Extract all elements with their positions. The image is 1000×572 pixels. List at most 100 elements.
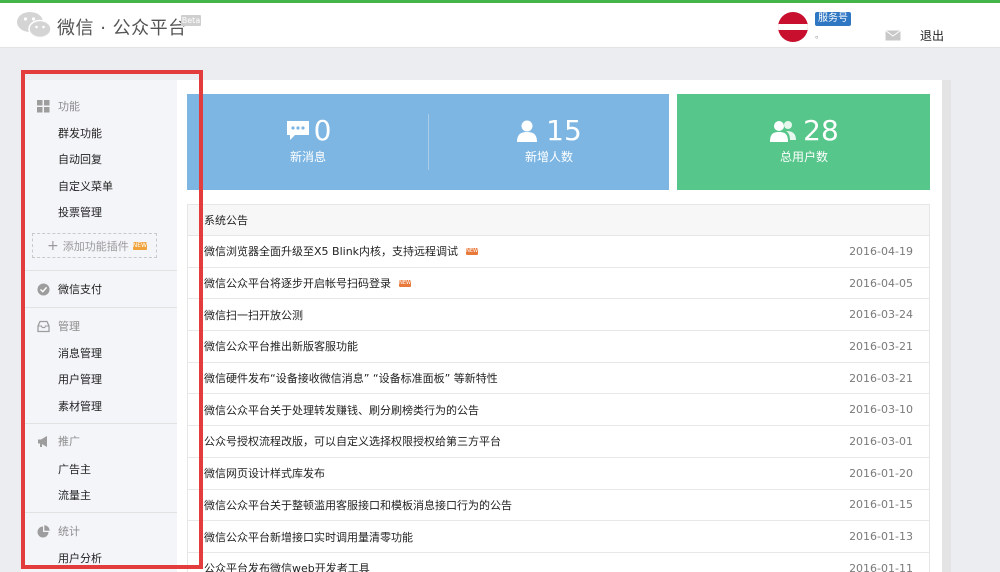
divider (428, 114, 429, 170)
sidebar-item-custom-menu[interactable]: 自定义菜单 (58, 178, 113, 194)
notice-row[interactable]: 微信扫一扫开放公测 2016-03-24 (188, 299, 929, 332)
notice-date: 2016-01-15 (849, 498, 913, 512)
mail-icon[interactable] (885, 30, 901, 41)
account-name[interactable]: 。 (815, 28, 824, 41)
sidebar-section-label: 统计 (58, 525, 80, 538)
notice-date: 2016-03-21 (849, 371, 913, 385)
notice-title[interactable]: 微信公众平台新增接口实时调用量清零功能 (204, 529, 413, 545)
sidebar-item-publisher[interactable]: 流量主 (58, 487, 91, 503)
divider (21, 307, 177, 308)
notice-title[interactable]: 微信浏览器全面升级至X5 Blink内核，支持远程调试 NEW (204, 243, 479, 259)
stat-new-followers[interactable]: 15 新增人数 (512, 116, 586, 165)
avatar[interactable] (778, 12, 808, 42)
notice-title-text[interactable]: 微信网页设计样式库发布 (204, 465, 325, 481)
notice-title-text[interactable]: 微信公众平台关于处理转发赚钱、刷分刷榜类行为的公告 (204, 402, 479, 418)
notice-title-text[interactable]: 微信浏览器全面升级至X5 Blink内核，支持远程调试 (204, 243, 458, 259)
stat-value: 28 (803, 114, 839, 147)
sidebar-item-mass-send[interactable]: 群发功能 (58, 125, 102, 141)
stat-total-users[interactable]: 28 总用户数 (767, 116, 841, 165)
new-badge: NEW (466, 247, 479, 255)
sidebar-section-stats: 统计 (37, 522, 80, 540)
sidebar-section-label: 管理 (58, 320, 80, 333)
notice-title-text[interactable]: 微信公众平台推出新版客服功能 (204, 338, 358, 354)
sidebar-section-promote: 推广 (37, 432, 80, 450)
notice-row[interactable]: 微信公众平台关于处理转发赚钱、刷分刷榜类行为的公告 2016-03-10 (188, 394, 929, 427)
notice-date: 2016-04-05 (849, 276, 913, 290)
account-type-badge: 服务号 (815, 12, 851, 26)
top-bar: 微信 · 公众平台 Beta 服务号 。 退出 (0, 3, 1000, 48)
sidebar-item-vote-manage[interactable]: 投票管理 (58, 204, 102, 220)
wechat-logo-icon[interactable] (16, 11, 52, 39)
sidebar-item-payment[interactable]: 微信支付 (37, 280, 102, 298)
divider (21, 423, 177, 424)
notice-title-text[interactable]: 公众平台发布微信web开发者工具 (204, 560, 370, 572)
divider (21, 512, 177, 513)
inbox-icon (37, 320, 50, 332)
notice-title[interactable]: 微信公众平台推出新版客服功能 (204, 338, 358, 354)
sidebar-item-users[interactable]: 用户管理 (58, 371, 102, 387)
chat-bubble-icon (286, 121, 309, 140)
add-plugin-button[interactable]: + 添加功能插件 NEW (32, 233, 157, 258)
sidebar-section-label: 推广 (58, 435, 80, 448)
stat-label: 总用户数 (779, 150, 828, 164)
notice-date: 2016-03-10 (849, 403, 913, 417)
sidebar: 功能 群发功能 自动回复 自定义菜单 投票管理 + 添加功能插件 NEW 微信支… (21, 80, 177, 572)
notice-title-text[interactable]: 微信公众平台新增接口实时调用量清零功能 (204, 529, 413, 545)
notice-date: 2016-03-24 (849, 308, 913, 322)
notice-title[interactable]: 微信公众平台将逐步开启帐号扫码登录 NEW (204, 275, 411, 291)
notice-row[interactable]: 微信公众平台推出新版客服功能 2016-03-21 (188, 331, 929, 363)
beta-badge: Beta (181, 15, 201, 26)
notice-title-text[interactable]: 微信公众平台关于整顿滥用客服接口和模板消息接口行为的公告 (204, 497, 512, 513)
sidebar-section-label: 功能 (58, 100, 80, 113)
notice-title[interactable]: 微信扫一扫开放公测 (204, 307, 303, 323)
notice-title-text[interactable]: 微信硬件发布“设备接收微信消息” “设备标准面板” 等新特性 (204, 370, 498, 386)
notice-row[interactable]: 微信浏览器全面升级至X5 Blink内核，支持远程调试 NEW 2016-04-19 (188, 236, 929, 268)
notice-date: 2016-03-21 (849, 339, 913, 353)
payment-icon (37, 283, 50, 295)
notice-row[interactable]: 微信公众平台新增接口实时调用量清零功能 2016-01-13 (188, 521, 929, 553)
stat-label: 新消息 (289, 150, 326, 164)
notice-date: 2016-03-01 (849, 434, 913, 448)
sidebar-item-user-analysis[interactable]: 用户分析 (58, 550, 102, 566)
stats-panel-blue: 0 新消息 15 新增人数 (187, 94, 669, 190)
stat-new-messages[interactable]: 0 新消息 (284, 116, 332, 165)
notice-title[interactable]: 微信公众平台关于整顿滥用客服接口和模板消息接口行为的公告 (204, 497, 512, 513)
grid-icon (37, 99, 50, 112)
notice-list: 微信浏览器全面升级至X5 Blink内核，支持远程调试 NEW 2016-04-19… (188, 236, 929, 572)
notice-date: 2016-01-13 (849, 530, 913, 544)
notice-row[interactable]: 公众号授权流程改版，可以自定义选择权限授权给第三方平台 2016-03-01 (188, 426, 929, 458)
new-badge: NEW (132, 241, 147, 250)
plus-icon: + (47, 237, 59, 254)
notice-title-text[interactable]: 微信扫一扫开放公测 (204, 307, 303, 323)
notice-row[interactable]: 微信公众平台关于整顿滥用客服接口和模板消息接口行为的公告 2016-01-15 (188, 490, 929, 522)
new-badge: NEW (399, 279, 411, 287)
sidebar-item-auto-reply[interactable]: 自动回复 (58, 151, 102, 167)
notice-title-text[interactable]: 微信公众平台将逐步开启帐号扫码登录 (204, 275, 391, 291)
logout-link[interactable]: 退出 (920, 27, 944, 44)
notice-title[interactable]: 微信硬件发布“设备接收微信消息” “设备标准面板” 等新特性 (204, 370, 498, 386)
platform-title[interactable]: 微信 · 公众平台 (57, 14, 187, 40)
notice-row[interactable]: 微信硬件发布“设备接收微信消息” “设备标准面板” 等新特性 2016-03-21 (188, 363, 929, 395)
notice-title[interactable]: 微信公众平台关于处理转发赚钱、刷分刷榜类行为的公告 (204, 402, 479, 418)
stat-label: 新增人数 (524, 150, 573, 164)
notice-title[interactable]: 微信网页设计样式库发布 (204, 465, 325, 481)
scrollbar[interactable] (942, 80, 951, 572)
notice-board-title: 系统公告 (188, 205, 929, 236)
notice-row[interactable]: 公众平台发布微信web开发者工具 2016-01-11 (188, 553, 929, 572)
sidebar-item-messages[interactable]: 消息管理 (58, 345, 102, 361)
users-icon (770, 121, 797, 142)
notice-title[interactable]: 公众号授权流程改版，可以自定义选择权限授权给第三方平台 (204, 433, 501, 449)
stat-value: 15 (546, 114, 582, 147)
main-panel: 0 新消息 15 新增人数 28 总用户数 系统公告 微信浏览器全面升级至X5 … (177, 80, 942, 572)
sidebar-item-materials[interactable]: 素材管理 (58, 398, 102, 414)
sidebar-section-features: 功能 (37, 97, 80, 115)
divider (21, 270, 177, 271)
add-plugin-label: 添加功能插件 (62, 239, 129, 253)
notice-title-text[interactable]: 公众号授权流程改版，可以自定义选择权限授权给第三方平台 (204, 433, 501, 449)
sidebar-item-advertiser[interactable]: 广告主 (58, 461, 91, 477)
stats-panel-green: 28 总用户数 (677, 94, 930, 190)
notice-title[interactable]: 公众平台发布微信web开发者工具 (204, 560, 370, 572)
notice-row[interactable]: 微信公众平台将逐步开启帐号扫码登录 NEW 2016-04-05 (188, 268, 929, 300)
notice-row[interactable]: 微信网页设计样式库发布 2016-01-20 (188, 458, 929, 490)
megaphone-icon (38, 435, 47, 447)
